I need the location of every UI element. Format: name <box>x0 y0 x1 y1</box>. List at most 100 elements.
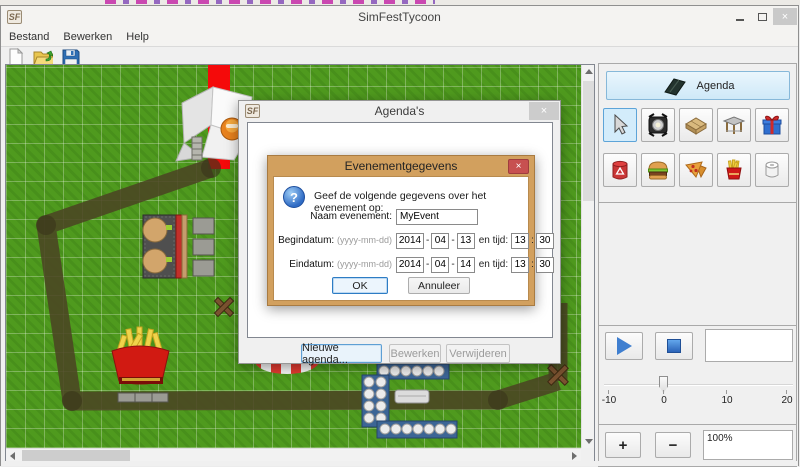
tool-button-burger[interactable] <box>641 153 675 187</box>
slider-tick <box>726 390 727 394</box>
scrollbar-corner <box>581 448 594 461</box>
question-icon: ? <box>283 186 305 208</box>
playback-display <box>705 329 793 362</box>
time-label: en tijd: <box>479 259 508 270</box>
close-icon: × <box>516 161 522 172</box>
slider-label-ten: 10 <box>721 395 732 406</box>
begin-label-text: Begindatum: <box>278 235 334 246</box>
trash-can-icon <box>607 157 633 183</box>
delete-agenda-button: Verwijderen <box>446 344 510 363</box>
ok-button[interactable]: OK <box>332 277 388 294</box>
tool-button-toilet-roll[interactable] <box>755 153 789 187</box>
ladder <box>192 137 202 160</box>
tool-button-gift[interactable] <box>755 108 789 142</box>
slider-label-zero: 0 <box>661 395 667 406</box>
stop-icon <box>667 339 681 353</box>
minimize-icon <box>736 19 744 21</box>
event-name-input[interactable] <box>396 209 478 225</box>
agenda-button[interactable]: Agenda <box>606 71 790 100</box>
play-button[interactable] <box>605 332 643 360</box>
burger-icon <box>645 157 671 183</box>
begin-hour-input[interactable] <box>511 233 529 249</box>
event-dialog: Evenementgegevens × ? Geef de volgende g… <box>267 155 535 306</box>
window-title: SimFestTycoon <box>1 10 798 24</box>
close-icon: × <box>782 11 788 23</box>
agenda-book-icon <box>662 76 688 96</box>
scroll-up-icon[interactable] <box>585 69 593 74</box>
stop-button[interactable] <box>655 332 693 360</box>
new-agenda-button[interactable]: Nieuwe agenda... <box>301 344 382 363</box>
tool-button-fries[interactable] <box>717 153 751 187</box>
event-dialog-body: ? Geef de volgende gegevens over het eve… <box>273 176 529 301</box>
slider-tick <box>608 390 609 394</box>
dash-separator: - <box>451 259 454 270</box>
event-dialog-buttons: OK Annuleer <box>274 277 528 294</box>
tool-button-trash[interactable] <box>603 153 637 187</box>
dash-separator: - <box>426 259 429 270</box>
scroll-down-icon[interactable] <box>585 439 593 444</box>
speed-slider-track[interactable] <box>604 384 793 386</box>
pallet-icon <box>683 112 709 138</box>
fries-icon <box>721 157 747 183</box>
zoom-in-button[interactable]: + <box>605 432 641 458</box>
sidebar: Agenda <box>598 63 797 467</box>
end-month-input[interactable] <box>431 257 449 273</box>
tool-button-pizza[interactable] <box>679 153 713 187</box>
begin-month-input[interactable] <box>431 233 449 249</box>
toilet-roll-icon <box>759 157 785 183</box>
slider-tick <box>786 390 787 394</box>
maximize-button[interactable] <box>751 8 773 25</box>
bench[interactable] <box>193 218 214 276</box>
gift-icon <box>759 112 785 138</box>
agenda-dialog-close-button[interactable]: × <box>529 102 559 120</box>
dead-tree[interactable] <box>214 297 233 316</box>
event-dialog-title: Evenementgegevens <box>268 159 534 173</box>
cancel-button[interactable]: Annuleer <box>408 277 470 294</box>
slider-label-twenty: 20 <box>781 395 792 406</box>
tool-button-spotlight[interactable] <box>641 108 675 142</box>
agenda-dialog-titlebar[interactable]: SF Agenda's × <box>239 101 560 122</box>
begin-date-row: Begindatum: (yyyy-mm-dd) - - en tijd: : <box>276 232 528 249</box>
horizontal-scroll-thumb[interactable] <box>22 450 130 461</box>
info-panel <box>598 202 797 326</box>
begin-minute-input[interactable] <box>536 233 554 249</box>
scroll-right-icon[interactable] <box>572 452 577 460</box>
edit-agenda-button: Bewerken <box>389 344 441 363</box>
end-minute-input[interactable] <box>536 257 554 273</box>
date-format-hint: (yyyy-mm-dd) <box>337 235 392 245</box>
begin-year-input[interactable] <box>396 233 424 249</box>
close-button[interactable]: × <box>773 8 797 25</box>
bench[interactable] <box>118 393 168 402</box>
vertical-scroll-thumb[interactable] <box>583 81 594 201</box>
tool-button-cursor[interactable] <box>603 108 637 142</box>
map-horizontal-scrollbar[interactable] <box>6 448 581 461</box>
end-year-input[interactable] <box>396 257 424 273</box>
tool-button-stage[interactable] <box>717 108 751 142</box>
title-bar[interactable]: SF SimFestTycoon × <box>1 6 798 28</box>
status-bar <box>1 461 798 466</box>
end-date-row: Eindatum: (yyyy-mm-dd) - - en tijd: : <box>276 256 528 273</box>
begin-day-input[interactable] <box>457 233 475 249</box>
scroll-left-icon[interactable] <box>10 452 15 460</box>
burger-stand[interactable] <box>143 215 187 278</box>
end-label: Eindatum: (yyyy-mm-dd) <box>276 259 392 270</box>
zoom-out-button[interactable]: − <box>655 432 691 458</box>
minimize-button[interactable] <box>729 8 751 25</box>
name-label: Naam evenement: <box>276 211 392 222</box>
end-hour-input[interactable] <box>511 257 529 273</box>
begin-label: Begindatum: (yyyy-mm-dd) <box>276 235 392 246</box>
tool-button-pallet[interactable] <box>679 108 713 142</box>
zoom-level-display: 100% <box>703 430 793 460</box>
screen: SF SimFestTycoon × Bestand Bewerken Help <box>0 0 800 467</box>
agenda-button-label: Agenda <box>697 80 735 92</box>
menu-help[interactable]: Help <box>126 31 149 43</box>
fries-stand[interactable] <box>112 327 169 384</box>
end-day-input[interactable] <box>457 257 475 273</box>
play-icon <box>617 337 632 355</box>
event-dialog-close-button[interactable]: × <box>508 159 529 174</box>
menu-bewerken[interactable]: Bewerken <box>63 31 112 43</box>
slider-tick <box>663 390 664 394</box>
map-vertical-scrollbar[interactable] <box>581 65 594 448</box>
menu-bar: Bestand Bewerken Help <box>1 28 798 47</box>
menu-bestand[interactable]: Bestand <box>9 31 49 43</box>
